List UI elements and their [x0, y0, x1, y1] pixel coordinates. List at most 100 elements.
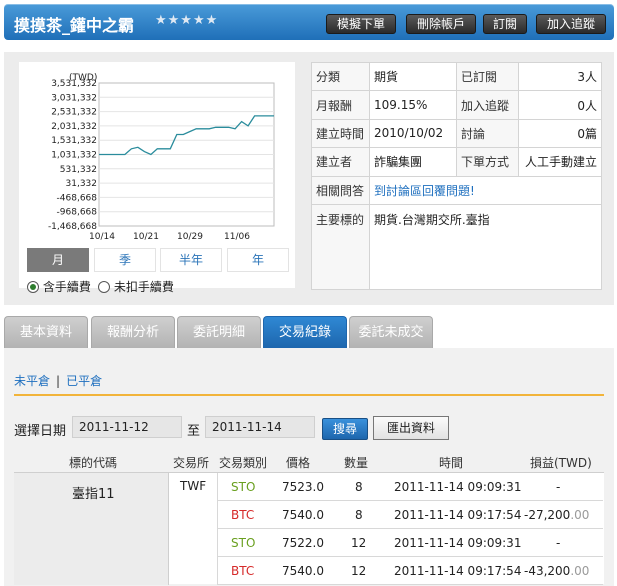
period-tab-halfyear[interactable]: 半年: [160, 248, 222, 272]
info-row: 分類 期貨 已訂閱 3人: [311, 61, 602, 92]
y-tick-label: 1,031,332: [51, 151, 97, 161]
fee-excluded-option[interactable]: 未扣手續費: [98, 278, 174, 295]
col-symbol: 標的代碼: [69, 456, 118, 470]
y-tick-label: -1,468,668: [48, 222, 97, 232]
delete-account-button[interactable]: 刪除帳戶: [406, 14, 476, 34]
y-tick-label: 2,031,332: [51, 122, 97, 132]
trade-pnl-int: -27,200: [524, 508, 571, 522]
forum-reply-link[interactable]: 到討論區回覆問題!: [374, 184, 475, 198]
fee-included-label: 含手續費: [42, 280, 91, 294]
trade-price: 7523.0: [282, 480, 324, 494]
trade-table-body: 臺指11 TWF STO 7523.0 8 2011-11-14 09:09:3…: [14, 472, 604, 585]
symbol-value: 臺指11: [72, 487, 115, 502]
trade-pnl: -: [556, 480, 561, 494]
date-filter-label: 選擇日期: [14, 424, 67, 439]
col-pnl: 損益(TWD): [530, 456, 592, 470]
info-value: 0人: [518, 90, 602, 120]
y-tick-label: 531,332: [60, 165, 97, 175]
trade-price: 7540.0: [282, 564, 324, 578]
x-tick-label: 11/06: [224, 232, 250, 242]
info-label: 建立者: [311, 147, 370, 177]
info-value: 詐騙集團: [369, 147, 457, 177]
x-tick-label: 10/21: [133, 232, 159, 242]
info-panel: (TWD) 3,531,332 3,031,332 2,531,332 2,031,33…: [4, 52, 614, 305]
trade-pnl-dec: .00: [570, 508, 590, 522]
col-exchange: 交易所: [173, 456, 210, 470]
info-value: 3人: [518, 61, 602, 92]
fee-excluded-label: 未扣手續費: [113, 280, 174, 294]
y-tick-label: 3,031,332: [51, 93, 97, 103]
info-label: 討論: [456, 118, 519, 149]
period-tabs: 月 季 半年 年: [27, 248, 289, 272]
table-row: STO 7523.0 8 2011-11-14 09:09:31 -: [217, 473, 603, 501]
trade-records-panel: 未平倉 | 已平倉 選擇日期 至 搜尋 匯出資料 標的代碼 交易所 交易類別 價格 …: [4, 348, 614, 586]
y-tick-label: 31,332: [66, 179, 98, 189]
trade-qty: 12: [351, 536, 367, 550]
tab-return-analysis[interactable]: 報酬分析: [91, 316, 175, 348]
info-label: 相關問答: [311, 175, 370, 205]
x-tick-label: 10/29: [177, 232, 203, 242]
col-trade-type: 交易類別: [219, 456, 268, 470]
follow-button[interactable]: 加入追蹤: [536, 14, 606, 34]
trade-pnl: -: [556, 536, 561, 550]
radio-unchecked-icon[interactable]: [98, 281, 110, 293]
tab-basic-info[interactable]: 基本資料: [4, 316, 88, 348]
trade-time: 2011-11-14 09:17:54: [394, 564, 522, 578]
info-value: 0篇: [518, 118, 602, 149]
trade-time: 2011-11-14 09:17:54: [394, 508, 522, 522]
y-tick-label: 3,531,332: [51, 79, 97, 89]
info-label: 月報酬: [311, 90, 370, 120]
info-row: 主要標的 期貨.台灣期交所.臺指: [311, 203, 602, 291]
info-label: 下單方式: [456, 147, 519, 177]
header-bar: 摸摸茶_鑵中之霸 ★★★★★ 模擬下單 刪除帳戶 訂閱 加入追蹤: [4, 4, 614, 40]
position-subtabs: 未平倉 | 已平倉: [14, 372, 102, 389]
period-tab-quarter[interactable]: 季: [94, 248, 156, 272]
y-tick-label: -968,668: [57, 208, 98, 218]
trade-time: 2011-11-14 09:09:31: [394, 536, 522, 550]
main-tabs: 基本資料 報酬分析 委託明細 交易紀錄 委託未成交: [4, 316, 614, 348]
date-to-input[interactable]: [205, 416, 315, 438]
y-tick-label: 2,531,332: [51, 108, 97, 118]
col-price: 價格: [286, 456, 311, 470]
date-from-input[interactable]: [72, 416, 182, 438]
info-value: 109.15%: [369, 90, 457, 120]
trade-qty: 12: [351, 564, 367, 578]
y-tick-label: -468,668: [57, 193, 98, 203]
exchange-value: TWF: [180, 479, 207, 493]
symbol-cell: 臺指11: [14, 473, 169, 585]
tab-order-details[interactable]: 委託明細: [177, 316, 261, 348]
info-value: 期貨: [369, 61, 457, 92]
info-row: 相關問答 到討論區回覆問題!: [311, 175, 602, 205]
subtab-separator: |: [56, 374, 61, 388]
simulate-order-button[interactable]: 模擬下單: [326, 14, 396, 34]
tab-pending-orders[interactable]: 委託未成交: [349, 316, 433, 348]
x-tick-label: 10/14: [89, 232, 115, 242]
tab-trade-records[interactable]: 交易紀錄: [263, 316, 347, 348]
trade-table-header: 標的代碼 交易所 交易類別 價格 數量 時間 損益(TWD): [14, 452, 604, 472]
info-label: 已訂閱: [456, 61, 519, 92]
radio-checked-icon[interactable]: [27, 281, 39, 293]
period-tab-month[interactable]: 月: [27, 248, 89, 272]
col-time: 時間: [439, 456, 464, 470]
info-row: 建立者 詐騙集團 下單方式 人工手動建立: [311, 147, 602, 177]
trade-type: STO: [231, 536, 256, 550]
fee-included-option[interactable]: 含手續費: [27, 278, 91, 295]
strategy-info-table: 分類 期貨 已訂閱 3人 月報酬 109.15% 加入追蹤 0人 建立時間 20…: [311, 61, 602, 291]
info-label: 建立時間: [311, 118, 370, 149]
trade-pnl: -27,200.00: [524, 508, 589, 522]
export-data-button[interactable]: 匯出資料: [373, 416, 449, 440]
period-tab-year[interactable]: 年: [227, 248, 289, 272]
trade-type: STO: [231, 480, 256, 494]
subtab-closed-positions[interactable]: 已平倉: [66, 374, 102, 388]
trade-qty: 8: [355, 480, 363, 494]
strategy-page: 摸摸茶_鑵中之霸 ★★★★★ 模擬下單 刪除帳戶 訂閱 加入追蹤 (TWD) 3,…: [0, 0, 617, 586]
subtab-open-positions[interactable]: 未平倉: [14, 374, 50, 388]
performance-chart: (TWD) 3,531,332 3,031,332 2,531,332 2,031,33…: [19, 62, 295, 294]
info-value: 到討論區回覆問題!: [369, 175, 602, 205]
info-value: 2010/10/02: [369, 118, 457, 149]
subscribe-button[interactable]: 訂閱: [483, 14, 527, 34]
trade-time: 2011-11-14 09:09:31: [394, 480, 522, 494]
info-label: 分類: [311, 61, 370, 92]
trade-type: BTC: [231, 564, 255, 578]
search-button[interactable]: 搜尋: [322, 418, 368, 440]
